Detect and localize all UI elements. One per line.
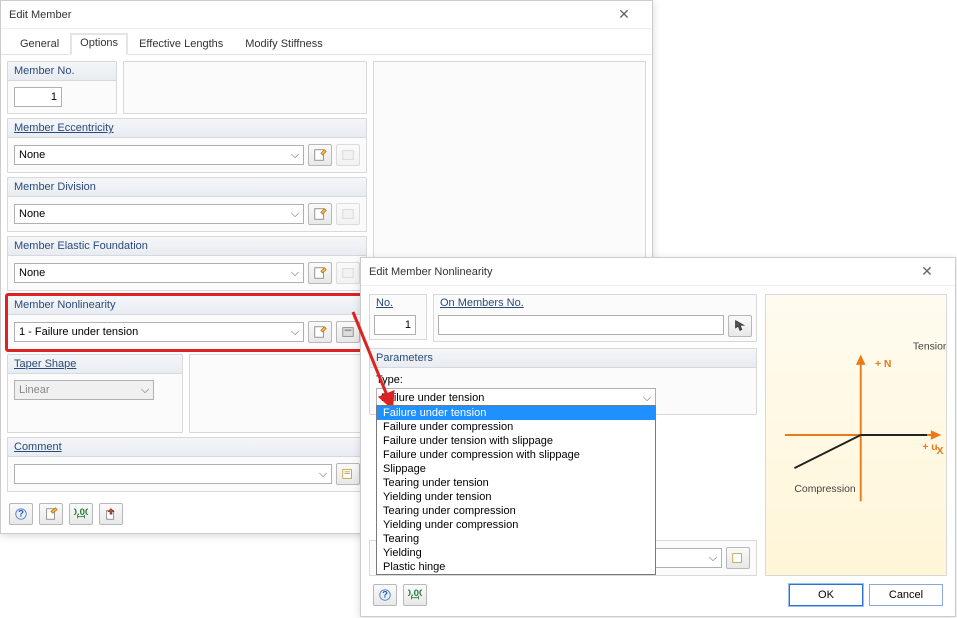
type-option[interactable]: Plastic hinge — [377, 560, 655, 574]
comment-combo[interactable]: ⌵ — [14, 464, 332, 484]
type-dropdown[interactable]: Failure under tensionFailure under compr… — [376, 405, 656, 575]
chevron-down-icon: ⌵ — [315, 468, 331, 481]
svg-text:?: ? — [382, 590, 388, 601]
pick-icon[interactable] — [728, 315, 752, 337]
tab-options[interactable]: Options — [70, 33, 128, 55]
comment-label: Comment — [8, 438, 366, 457]
comment-apply-icon[interactable] — [726, 547, 750, 569]
edit-nonlinearity-window: Edit Member Nonlinearity ✕ No. On Member… — [360, 257, 956, 617]
taper-side-panel — [189, 354, 367, 433]
type-option[interactable]: Tearing — [377, 532, 655, 546]
tab-effective-lengths[interactable]: Effective Lengths — [128, 33, 234, 54]
edit-icon — [336, 262, 360, 284]
division-group: Member Division None⌵ — [7, 177, 367, 232]
taper-combo: Linear⌵ — [14, 380, 154, 400]
comment-apply-icon[interactable] — [336, 463, 360, 485]
eccentricity-group: Member Eccentricity None⌵ — [7, 118, 367, 173]
new-icon[interactable] — [308, 262, 332, 284]
titlebar: Edit Member ✕ — [1, 1, 652, 29]
eccentricity-label: Member Eccentricity — [8, 119, 366, 138]
type-option[interactable]: Failure under compression with slippage — [377, 448, 655, 462]
bottom-toolbar: ? 0.00 — [9, 503, 123, 525]
nonlinearity-diagram: Tension + N + u X Compression — [765, 294, 947, 576]
diagram-u-label: + u — [922, 442, 937, 453]
type-option[interactable]: Yielding under compression — [377, 518, 655, 532]
type-option[interactable]: Yielding under tension — [377, 490, 655, 504]
parameters-label: Parameters — [370, 349, 756, 368]
nonlinearity-group: Member Nonlinearity 1 - Failure under te… — [7, 295, 367, 350]
close-icon[interactable]: ✕ — [604, 6, 644, 23]
on-members-input[interactable] — [438, 315, 724, 335]
help-icon[interactable]: ? — [373, 584, 397, 606]
chevron-down-icon: ⌵ — [287, 149, 303, 162]
svg-text:?: ? — [18, 509, 24, 520]
new-icon[interactable] — [308, 321, 332, 343]
edit-icon[interactable] — [336, 321, 360, 343]
taper-label: Taper Shape — [8, 355, 182, 374]
comment-group: Comment ⌵ — [7, 437, 367, 492]
on-members-label: On Members No. — [434, 295, 756, 311]
tab-general[interactable]: General — [9, 33, 70, 54]
no-group: No. — [369, 294, 427, 340]
nonlinearity-combo[interactable]: 1 - Failure under tension⌵ — [14, 322, 304, 342]
ok-button[interactable]: OK — [789, 584, 863, 606]
type-option[interactable]: Slippage — [377, 462, 655, 476]
chevron-down-icon: ⌵ — [137, 384, 153, 397]
units-icon[interactable]: 0.00 — [69, 503, 93, 525]
nonlinearity-label: Member Nonlinearity — [8, 296, 366, 315]
chevron-down-icon: ⌵ — [287, 267, 303, 280]
type-option[interactable]: Tearing under compression — [377, 504, 655, 518]
diagram-u-sub: X — [937, 446, 944, 457]
tabs: General Options Effective Lengths Modify… — [1, 29, 652, 55]
close-icon[interactable]: ✕ — [907, 263, 947, 280]
edit-icon — [336, 144, 360, 166]
member-no-label: Member No. — [8, 62, 116, 81]
elastic-foundation-group: Member Elastic Foundation None⌵ — [7, 236, 367, 291]
type-option[interactable]: Failure under compression — [377, 420, 655, 434]
units-icon[interactable]: 0.00 — [403, 584, 427, 606]
on-members-group: On Members No. — [433, 294, 757, 342]
eccentricity-combo[interactable]: None⌵ — [14, 145, 304, 165]
note-icon[interactable] — [39, 503, 63, 525]
type-option[interactable]: Failure under tension with slippage — [377, 434, 655, 448]
type-option[interactable]: Failure under tension — [377, 406, 655, 420]
member-no-group: Member No. — [7, 61, 117, 114]
cancel-button[interactable]: Cancel — [869, 584, 943, 606]
type-label: Type: — [376, 374, 750, 386]
window-title: Edit Member Nonlinearity — [369, 266, 907, 278]
diagram-compression-label: Compression — [794, 484, 856, 495]
taper-group: Taper Shape Linear⌵ — [7, 354, 183, 433]
chevron-down-icon: ⌵ — [639, 392, 655, 405]
division-label: Member Division — [8, 178, 366, 197]
type-option[interactable]: Yielding — [377, 546, 655, 560]
new-icon[interactable] — [308, 203, 332, 225]
elastic-combo[interactable]: None⌵ — [14, 263, 304, 283]
chevron-down-icon: ⌵ — [705, 552, 721, 565]
parameters-group: Parameters Type: Failure under tension⌵ … — [369, 348, 757, 415]
new-icon[interactable] — [308, 144, 332, 166]
division-combo[interactable]: None⌵ — [14, 204, 304, 224]
no-input[interactable] — [374, 315, 416, 335]
type-option[interactable]: Tearing under tension — [377, 476, 655, 490]
window-title: Edit Member — [9, 9, 604, 21]
diagram-n-label: + N — [875, 359, 891, 370]
chevron-down-icon: ⌵ — [287, 208, 303, 221]
help-icon[interactable]: ? — [9, 503, 33, 525]
titlebar: Edit Member Nonlinearity ✕ — [361, 258, 955, 286]
chevron-down-icon: ⌵ — [287, 326, 303, 339]
diagram-tension-label: Tension — [913, 342, 946, 353]
dialog-footer: ? 0.00 OK Cancel — [369, 584, 947, 608]
elastic-foundation-label: Member Elastic Foundation — [8, 237, 366, 256]
edit-icon — [336, 203, 360, 225]
member-no-input[interactable] — [14, 87, 62, 107]
no-label: No. — [370, 295, 426, 311]
member-no-side-panel — [123, 61, 367, 114]
tab-modify-stiffness[interactable]: Modify Stiffness — [234, 33, 333, 54]
export-icon[interactable] — [99, 503, 123, 525]
